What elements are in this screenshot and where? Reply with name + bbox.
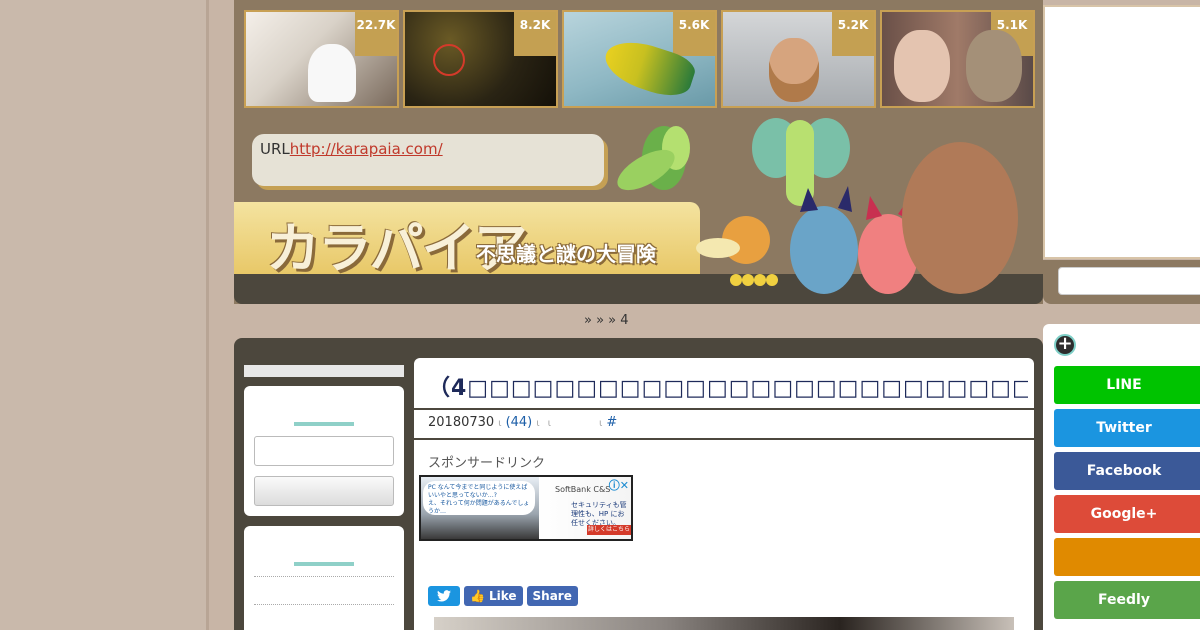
plus-icon[interactable]: + [1054,334,1076,356]
site-url-box: URLhttp://karapaia.com/ [252,134,604,186]
sidebar-search-box [244,386,404,516]
view-count-badge: 22.7K [355,12,397,56]
right-search-input[interactable] [1058,267,1200,295]
meta-rule [414,438,1034,440]
ad-close-icon[interactable]: ⓘ✕ [609,477,629,493]
list-divider [254,604,394,605]
article-share-row: 👍 Like Share [428,586,578,606]
sidebar-header-bar [244,365,404,377]
tag-link[interactable]: # [606,415,617,430]
right-advertisement[interactable] [1043,5,1200,259]
ad-speech-bubble: PC なんて今までと同じように使えばいいやと思ってないか…? え、それって何か問… [423,481,535,515]
sidebar-list-box [244,526,404,630]
meta-separator-icon: ι [547,418,552,429]
facebook-share-button[interactable]: Share [526,586,578,606]
like-label: Like [488,589,517,603]
sidebar-heading-rule [294,562,354,566]
sidebar-search-button[interactable] [254,476,394,506]
article-meta: 20180730 ι (44) ι ι ι # [428,415,617,430]
meta-separator-icon: ι [498,418,502,429]
meta-separator-icon: ι [599,418,603,429]
view-count-badge: 5.2K [832,12,874,56]
sidebar-heading-rule [294,422,354,426]
sponsored-link-label: スポンサードリンク [428,456,546,471]
sidebar-search-input[interactable] [254,436,394,466]
view-count-badge: 8.2K [514,12,556,56]
popular-thumbnails: 22.7K 8.2K 5.6K 5.2K 5.1K [244,10,1035,108]
ad-bubble-text-2: え、それって何か問題があるんでしょうか… [428,500,530,515]
view-count-badge: 5.1K [991,12,1033,56]
share-feedly-button[interactable]: Feedly [1054,581,1200,619]
view-count-badge: 5.6K [673,12,715,56]
article-hero-image [434,617,1014,630]
title-rule [414,408,1034,410]
breadcrumb[interactable]: » » » 4 [234,304,1033,338]
thumbs-up-icon: 👍 [470,589,485,603]
popular-thumb-parrot[interactable]: 5.6K [562,10,717,108]
share-line-button[interactable]: LINE [1054,366,1200,404]
share-facebook-button[interactable]: Facebook [1054,452,1200,490]
advertisement-banner[interactable]: PC なんて今までと同じように使えばいいやと思ってないか…? え、それって何か問… [419,475,633,541]
share-hatena-button[interactable] [1054,538,1200,576]
highlight-circle-icon [433,44,465,76]
ad-bubble-text: PC なんて今までと同じように使えばいいやと思ってないか…? [428,484,528,499]
mascot-illustration [617,118,1018,294]
left-divider [206,0,209,630]
article-panel: （4□□□□□□□□□□□□□□□□□□□□□□□□□□□□□□□□□□ 201… [414,358,1034,630]
twitter-bird-icon [437,590,451,602]
twitter-share-button[interactable] [428,586,460,606]
site-url-link[interactable]: http://karapaia.com/ [290,140,443,158]
ad-cta-button[interactable]: 詳しくはこちら [587,525,631,535]
url-label: URL [260,140,290,158]
share-twitter-button[interactable]: Twitter [1054,409,1200,447]
popular-thumb-office-man[interactable]: 5.2K [721,10,876,108]
article-title: （4□□□□□□□□□□□□□□□□□□□□□□□□□□□□□□□□□□ [428,376,1028,401]
popular-thumb-faces[interactable]: 5.1K [880,10,1035,108]
facebook-like-button[interactable]: 👍 Like [464,586,523,606]
ad-brand: SoftBank C&S [555,485,611,494]
ad-copy: セキュリティも管理性も、HP にお任せください。 [571,501,627,527]
article-date: 20180730 [428,415,495,430]
list-divider [254,576,394,577]
popular-thumb-cat[interactable]: 22.7K [244,10,399,108]
comments-link[interactable]: (44) [506,415,533,430]
popular-thumb-night-street[interactable]: 8.2K [403,10,558,108]
share-googleplus-button[interactable]: Google+ [1054,495,1200,533]
left-background [0,0,208,630]
meta-separator-icon: ι [536,418,540,429]
